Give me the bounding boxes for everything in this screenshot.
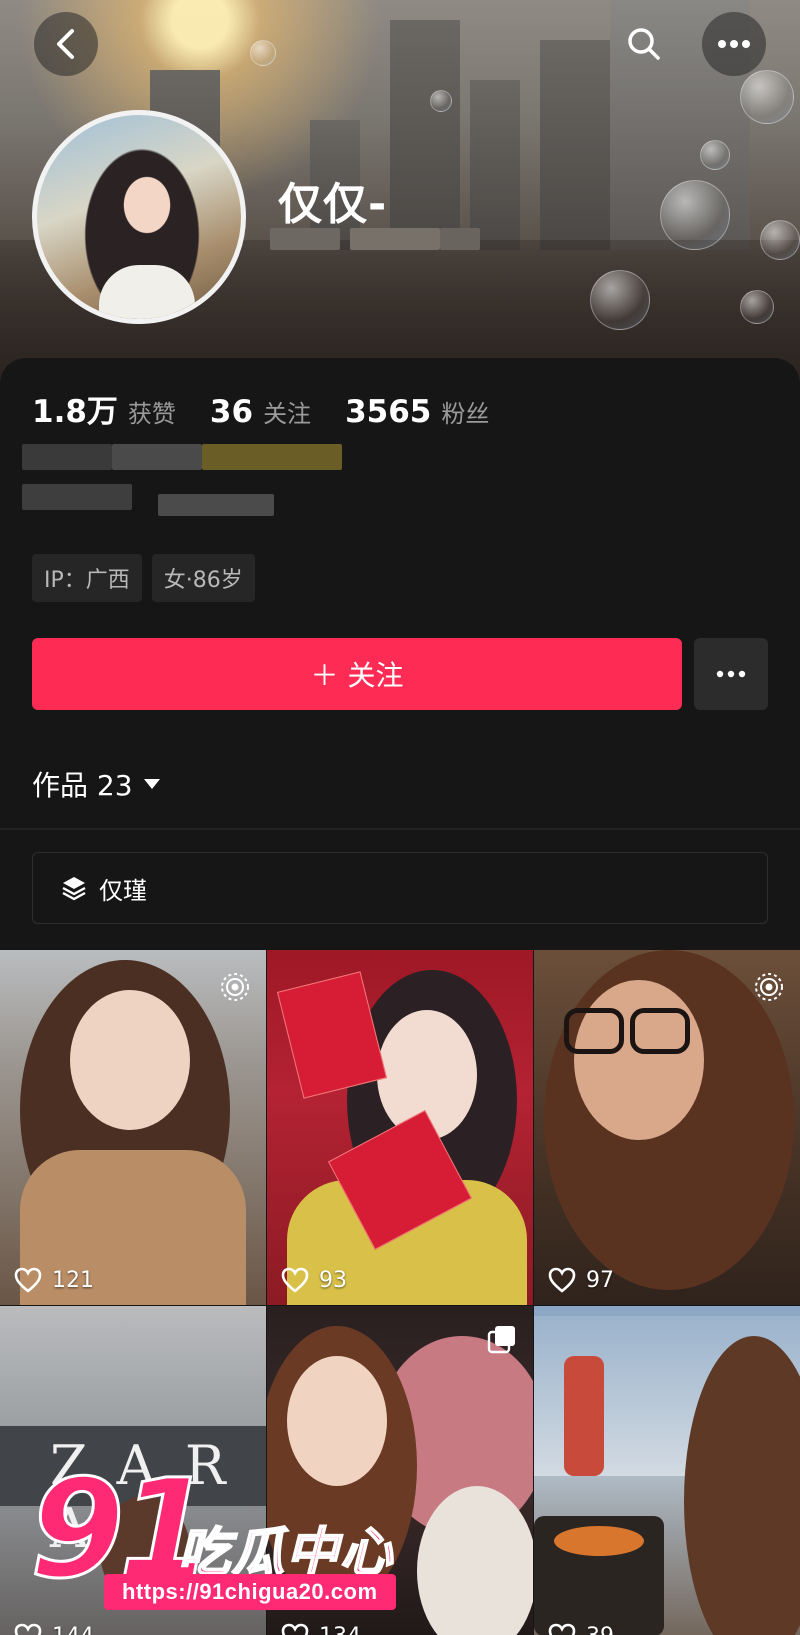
layers-icon xyxy=(62,877,86,901)
search-icon xyxy=(628,28,660,60)
cake xyxy=(554,1526,644,1556)
glasses xyxy=(630,1008,690,1054)
ip-location-tag: IP：广西 xyxy=(32,554,142,602)
tile-likes: 97 xyxy=(548,1267,614,1293)
avatar[interactable] xyxy=(32,110,246,324)
profile-more-button[interactable] xyxy=(694,638,768,710)
tab-works[interactable]: 作品 23 xyxy=(32,764,161,804)
figurine xyxy=(564,1356,604,1476)
heart-icon xyxy=(281,1267,309,1293)
bubble xyxy=(740,290,774,324)
follow-button[interactable]: ＋ 关注 xyxy=(32,638,682,710)
tile-photo xyxy=(574,980,704,1140)
tile-likes: 134 xyxy=(281,1623,361,1635)
tile-likes-count: 144 xyxy=(52,1624,94,1635)
tile-likes: 121 xyxy=(14,1267,94,1293)
bubble xyxy=(760,220,800,260)
collection-entry[interactable]: 仅瑾 xyxy=(32,852,768,924)
tile-photo xyxy=(70,990,190,1130)
heart-icon xyxy=(14,1267,42,1293)
bubble xyxy=(660,180,730,250)
bubble xyxy=(700,140,730,170)
watermark-url: https://91chigua20.com xyxy=(104,1574,396,1610)
following-count[interactable]: 36 xyxy=(210,394,253,430)
live-photo-icon xyxy=(221,973,249,1001)
following-label[interactable]: 关注 xyxy=(263,394,311,429)
tile-photo xyxy=(287,1356,387,1486)
profile-stats: 1.8万 获赞 36 关注 3565 粉丝 xyxy=(32,386,523,431)
censored-user-id xyxy=(270,228,340,250)
censored-bio xyxy=(112,444,202,470)
tile-likes: 93 xyxy=(281,1267,347,1293)
banner-building xyxy=(540,40,620,250)
tile-likes-count: 39 xyxy=(586,1624,614,1635)
username: 仅仅- xyxy=(278,179,388,230)
censored-bio xyxy=(22,484,132,510)
tile-likes: 144 xyxy=(14,1623,94,1635)
followers-count[interactable]: 3565 xyxy=(345,394,431,430)
heart-icon xyxy=(14,1623,42,1635)
censored-bio xyxy=(202,444,342,470)
censored-user-id xyxy=(440,228,480,250)
multi-image-icon xyxy=(487,1326,515,1354)
back-button[interactable] xyxy=(34,12,98,76)
followers-label[interactable]: 粉丝 xyxy=(441,394,489,429)
more-horizontal-icon xyxy=(718,40,750,48)
search-button[interactable] xyxy=(612,12,676,76)
video-tile[interactable]: 121 xyxy=(0,950,266,1305)
bubble xyxy=(740,70,794,124)
censored-user-id xyxy=(350,228,440,250)
glasses xyxy=(564,1008,624,1054)
chevron-left-icon xyxy=(57,29,74,59)
video-tile[interactable]: 39 xyxy=(534,1306,800,1635)
banner-building xyxy=(390,20,460,250)
banner-building xyxy=(470,80,520,250)
bubble xyxy=(430,90,452,112)
collection-label: 仅瑾 xyxy=(99,876,147,905)
video-tile[interactable]: 93 xyxy=(267,950,533,1305)
tile-likes: 39 xyxy=(548,1623,614,1635)
divider xyxy=(0,828,800,830)
tile-likes-count: 134 xyxy=(319,1624,361,1635)
red-envelope xyxy=(276,971,388,1099)
heart-icon xyxy=(548,1623,576,1635)
header-more-button[interactable] xyxy=(702,12,766,76)
live-photo-icon xyxy=(755,973,783,1001)
censored-bio xyxy=(158,494,274,516)
likes-count: 1.8万 xyxy=(32,394,118,430)
avatar-photo-detail xyxy=(99,265,195,319)
bubble xyxy=(250,40,276,66)
tile-likes-count: 121 xyxy=(52,1267,94,1293)
caret-down-icon xyxy=(143,779,160,789)
tile-likes-count: 93 xyxy=(319,1267,347,1293)
censored-bio xyxy=(22,444,112,470)
video-tile[interactable]: 97 xyxy=(534,950,800,1305)
tile-likes-count: 97 xyxy=(586,1267,614,1293)
works-tab-label: 作品 23 xyxy=(32,769,133,802)
heart-icon xyxy=(281,1623,309,1635)
gender-age-tag: 女·86岁 xyxy=(151,554,255,602)
likes-label: 获赞 xyxy=(127,400,176,428)
profile-tags: IP：广西 女·86岁 xyxy=(32,554,255,602)
bubble xyxy=(590,270,650,330)
more-horizontal-icon xyxy=(716,670,746,678)
heart-icon xyxy=(548,1267,576,1293)
